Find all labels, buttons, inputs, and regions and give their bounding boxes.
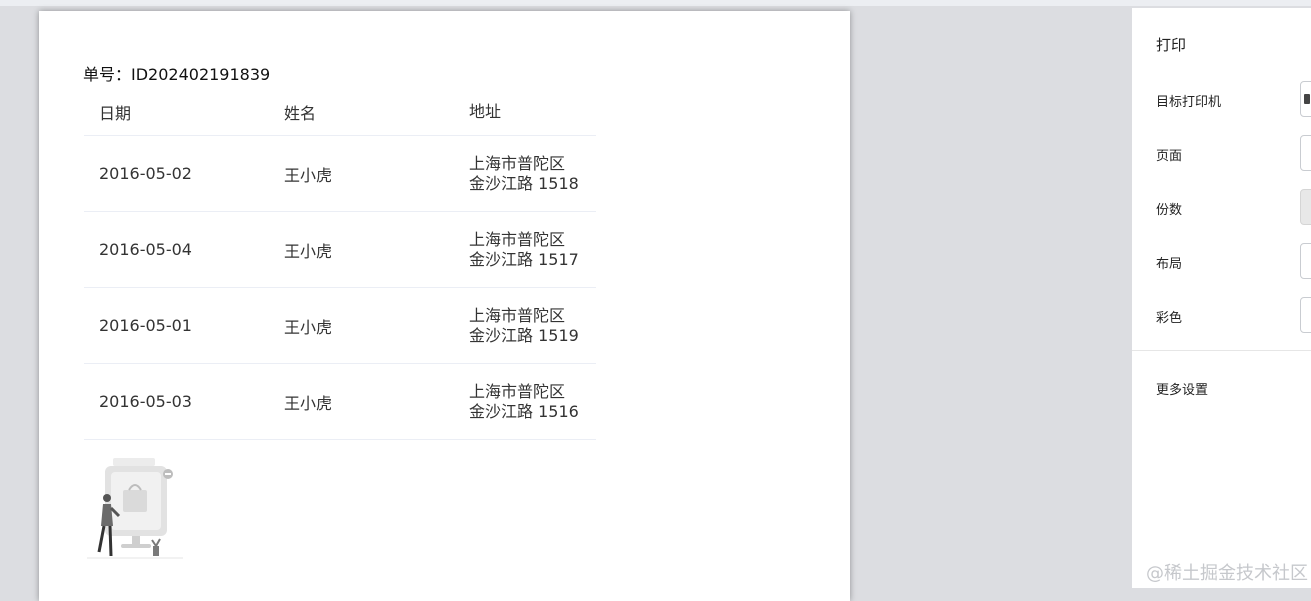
panel-title: 打印: [1156, 36, 1187, 54]
address-line-2: 金沙江路 1517: [469, 249, 579, 269]
cell-address: 上海市普陀区 金沙江路 1519: [454, 306, 596, 346]
address-line-1: 上海市普陀区: [469, 229, 566, 249]
table-row: 2016-05-01 王小虎 上海市普陀区 金沙江路 1519: [84, 288, 596, 364]
table-row: 2016-05-04 王小虎 上海市普陀区 金沙江路 1517: [84, 212, 596, 288]
cell-date: 2016-05-01: [99, 316, 192, 335]
color-label: 彩色: [1156, 311, 1183, 326]
cell-address: 上海市普陀区 金沙江路 1517: [454, 230, 596, 270]
cell-name: 王小虎: [284, 241, 333, 261]
pages-select[interactable]: [1300, 135, 1311, 171]
column-header-date: 日期: [99, 103, 132, 123]
address-line-2: 金沙江路 1516: [469, 401, 579, 421]
cell-date: 2016-05-02: [99, 164, 192, 183]
watermark: @稀土掘金技术社区: [1146, 563, 1308, 584]
cell-address: 上海市普陀区 金沙江路 1518: [454, 154, 596, 194]
order-number: 单号：ID202402191839: [83, 65, 271, 84]
cell-date: 2016-05-03: [99, 392, 192, 411]
table-row: 2016-05-02 王小虎 上海市普陀区 金沙江路 1518: [84, 136, 596, 212]
table-header-row: 日期 姓名 地址: [84, 88, 596, 136]
cell-name: 王小虎: [284, 317, 333, 337]
print-preview-page: 单号：ID202402191839 日期 姓名 地址 2016-05-02 王小…: [39, 11, 850, 601]
shopping-illustration-image: [87, 458, 183, 559]
print-settings-panel: 打印 目标打印机 页面 份数 布局 彩色 更多设置: [1132, 8, 1311, 588]
address-line-1: 上海市普陀区: [469, 381, 566, 401]
cell-name: 王小虎: [284, 393, 333, 413]
copies-label: 份数: [1156, 203, 1183, 218]
copies-input[interactable]: [1300, 189, 1311, 225]
table-row: 2016-05-03 王小虎 上海市普陀区 金沙江路 1516: [84, 364, 596, 440]
address-line-1: 上海市普陀区: [469, 305, 566, 325]
layout-label: 布局: [1156, 257, 1183, 272]
cell-name: 王小虎: [284, 165, 333, 185]
printer-select[interactable]: [1300, 81, 1311, 117]
window-top-bar: [0, 0, 1311, 6]
printer-label: 目标打印机: [1156, 95, 1222, 110]
color-select[interactable]: [1300, 297, 1311, 333]
address-line-2: 金沙江路 1519: [469, 325, 579, 345]
cell-date: 2016-05-04: [99, 240, 192, 259]
column-header-address: 地址: [469, 101, 502, 121]
address-line-2: 金沙江路 1518: [469, 173, 579, 193]
pages-label: 页面: [1156, 149, 1183, 164]
layout-select[interactable]: [1300, 243, 1311, 279]
column-header-name: 姓名: [284, 103, 317, 123]
data-table: 日期 姓名 地址 2016-05-02 王小虎 上海市普陀区 金沙江路 1518…: [84, 88, 596, 440]
printer-icon: [1304, 94, 1310, 104]
address-line-1: 上海市普陀区: [469, 153, 566, 173]
divider: [1132, 350, 1311, 351]
cell-address: 上海市普陀区 金沙江路 1516: [454, 382, 596, 422]
more-settings-toggle[interactable]: 更多设置: [1156, 379, 1208, 398]
